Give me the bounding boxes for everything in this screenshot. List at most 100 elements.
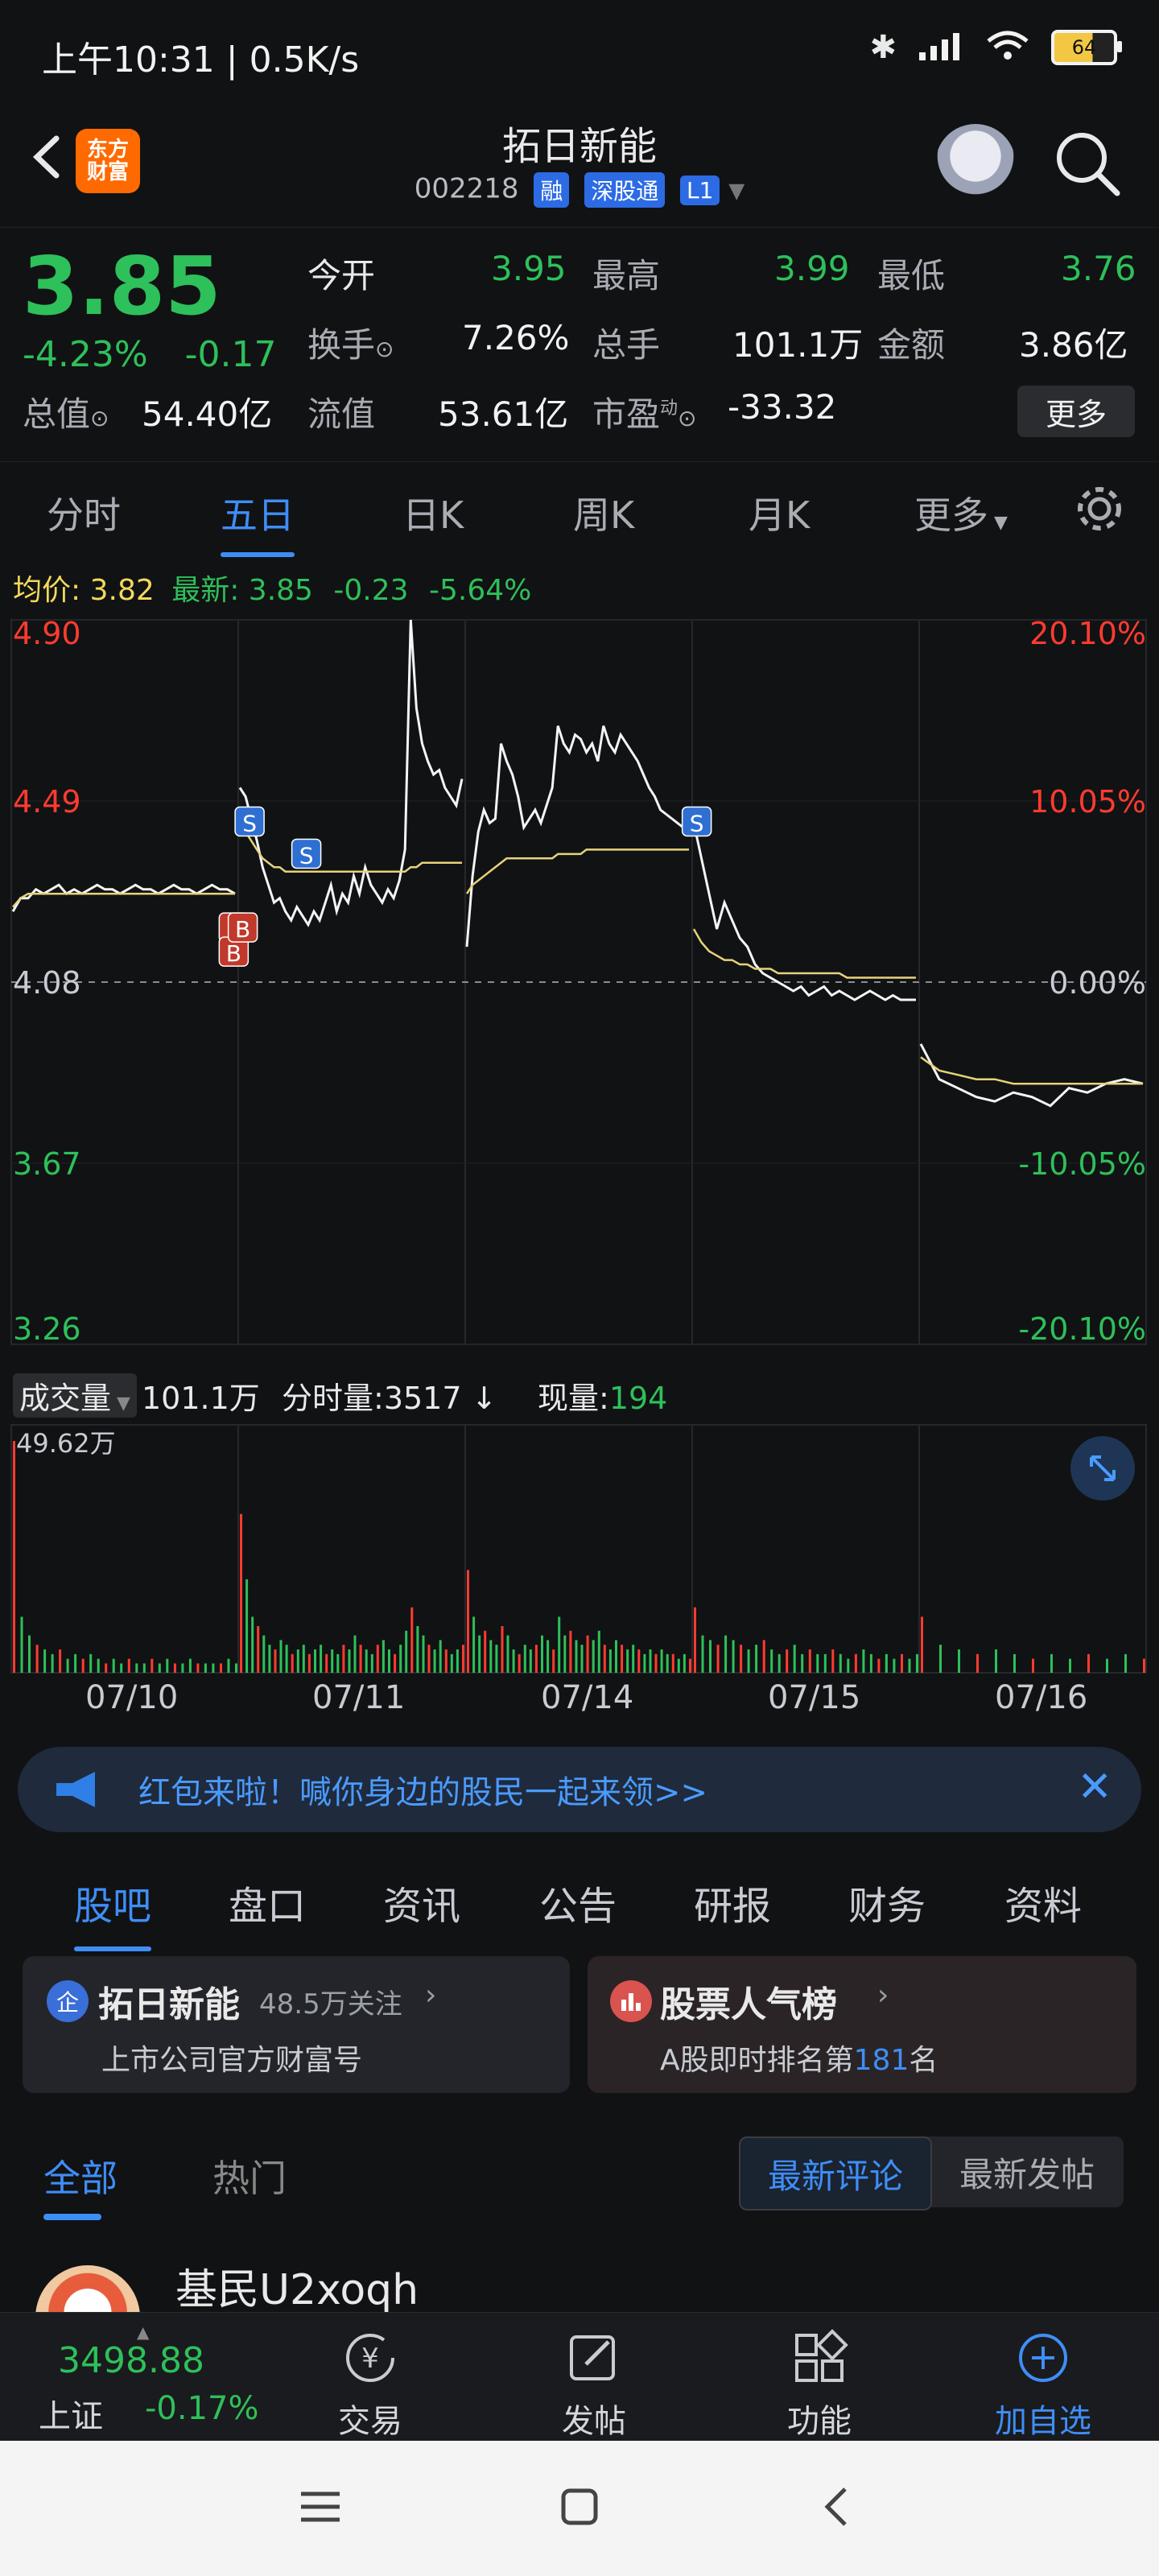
- pe-value: -33.32: [728, 387, 837, 427]
- volume-bar: [235, 1663, 237, 1673]
- popularity-card[interactable]: 股票人气榜 › A股即时排名第181名: [588, 1956, 1136, 2093]
- avatar[interactable]: [35, 2265, 140, 2312]
- volume-bar: [666, 1653, 669, 1673]
- volume-bar: [518, 1653, 521, 1673]
- tab-five-day[interactable]: 五日: [221, 486, 295, 557]
- volume-bar: [869, 1653, 872, 1673]
- volume-bar: [916, 1653, 918, 1673]
- price-change: -4.23% -0.17: [23, 334, 277, 375]
- rank-suffix: 名: [909, 2044, 938, 2077]
- volume-bar: [142, 1663, 146, 1673]
- volume-bar: [552, 1649, 555, 1673]
- search-button[interactable]: [1051, 127, 1124, 200]
- caret-up-icon: ▲: [137, 2322, 150, 2342]
- volume-chart[interactable]: 49.62万: [0, 1417, 1159, 1674]
- volume-bar: [279, 1640, 283, 1673]
- tab-month-k[interactable]: 月K: [749, 486, 810, 539]
- turnover-label[interactable]: 换手⊙: [307, 318, 394, 367]
- volume-bar: [13, 1441, 15, 1673]
- volume-bar: [709, 1640, 711, 1673]
- chart-settings-button[interactable]: [1072, 481, 1127, 539]
- volume-bar: [976, 1653, 979, 1673]
- more-button[interactable]: 更多: [1017, 386, 1135, 437]
- volume-select[interactable]: 成交量 ▼: [13, 1373, 137, 1418]
- mktcap-label-text: 总值: [23, 394, 91, 434]
- trade-marker: S: [291, 838, 322, 869]
- volume-bar: [1032, 1658, 1034, 1673]
- post-item[interactable]: 基民U2xoqh: [0, 2225, 1159, 2312]
- menu-icon[interactable]: [296, 2483, 344, 2534]
- tab-intraday[interactable]: 分时: [47, 486, 121, 539]
- volume-bar: [105, 1663, 108, 1673]
- volume-bar: [416, 1626, 419, 1673]
- post-username[interactable]: 基民U2xoqh: [175, 2256, 419, 2312]
- volume-bar: [689, 1658, 691, 1673]
- nav-post[interactable]: 发帖: [514, 2329, 674, 2442]
- volume-bar: [394, 1653, 397, 1673]
- nav-functions[interactable]: 功能: [739, 2329, 900, 2442]
- filter-all[interactable]: 全部: [43, 2149, 118, 2202]
- nav-add-label: 加自选: [995, 2403, 1091, 2440]
- volume-bar: [893, 1658, 896, 1673]
- volume-bar: [921, 1616, 923, 1673]
- volume-bar: [484, 1630, 487, 1673]
- volume-bar: [831, 1649, 835, 1673]
- assistant-robot-icon[interactable]: [935, 124, 1016, 204]
- volume-bar: [677, 1658, 680, 1673]
- open-label: 今开: [307, 256, 376, 295]
- amount-value: 3.86亿: [1019, 325, 1128, 365]
- mktcap-label[interactable]: 总值⊙: [23, 387, 109, 436]
- tab-finance[interactable]: 财务: [848, 1874, 926, 1930]
- promo-banner[interactable]: 红包来啦！喊你身边的股民一起来领>> ✕: [18, 1747, 1141, 1832]
- volume-bar: [793, 1645, 796, 1673]
- tab-research[interactable]: 研报: [694, 1874, 771, 1930]
- tab-announcements[interactable]: 公告: [539, 1874, 617, 1930]
- volume-bar: [1143, 1658, 1145, 1673]
- official-account-card[interactable]: 企 拓日新能 48.5万关注 › 上市公司官方财富号: [23, 1956, 570, 2093]
- tab-day-k[interactable]: 日K: [402, 486, 464, 539]
- volume-bar: [1050, 1653, 1053, 1673]
- nav-trade-label: 交易: [338, 2403, 402, 2440]
- volume-bar: [854, 1653, 857, 1673]
- tab-more[interactable]: 更多 ▼: [914, 486, 1008, 539]
- volume-bar: [151, 1658, 154, 1673]
- nav-add-watchlist[interactable]: 加自选: [963, 2329, 1124, 2442]
- volume-bar: [575, 1640, 578, 1673]
- avg-price-line: [692, 928, 916, 979]
- nav-trade[interactable]: ¥ 交易: [290, 2329, 451, 2442]
- close-banner-button[interactable]: ✕: [1077, 1763, 1112, 1811]
- tab-week-k[interactable]: 周K: [573, 486, 634, 539]
- badge-connect: 深股通: [584, 172, 666, 208]
- tab-profile[interactable]: 资料: [1004, 1874, 1082, 1930]
- tab-news[interactable]: 资讯: [383, 1874, 460, 1930]
- chart-tabs: 分时 五日 日K 周K 月K 更多 ▼: [0, 462, 1159, 559]
- tab-market-depth[interactable]: 盘口: [229, 1874, 306, 1930]
- sort-latest-comment[interactable]: 最新评论: [739, 2136, 932, 2211]
- index-name: 上证: [39, 2398, 103, 2435]
- volume-bar: [558, 1616, 561, 1673]
- volume-bar: [28, 1635, 31, 1673]
- avg-price-line: [12, 892, 235, 908]
- pe-label[interactable]: 市盈动⊙: [592, 387, 697, 436]
- sort-latest-post[interactable]: 最新发帖: [932, 2136, 1122, 2207]
- expand-chart-button[interactable]: [1070, 1436, 1135, 1501]
- trade-icon: ¥: [346, 2334, 394, 2382]
- volume-bar: [958, 1649, 960, 1673]
- five-day-price-chart[interactable]: 4.90 20.10% 4.49 10.05% 4.08 0.00% 3.67 -10.05%…: [0, 612, 1159, 1360]
- price-line: [11, 883, 236, 912]
- home-icon[interactable]: [555, 2483, 604, 2534]
- index-ticker[interactable]: ▲ 3498.88 上证 -0.17%: [16, 2322, 274, 2435]
- back-icon[interactable]: [813, 2483, 861, 2534]
- date-label: 07/10: [85, 1679, 179, 1716]
- volume-bar: [885, 1653, 888, 1673]
- status-time-speed: 上午10:31 | 0.5K/s: [42, 39, 360, 80]
- volume-bar: [456, 1649, 459, 1673]
- volume-bar: [608, 1649, 612, 1673]
- filter-hot[interactable]: 热门: [212, 2149, 287, 2202]
- status-bar: 上午10:31 | 0.5K/s ✱ 64: [0, 0, 1159, 105]
- tab-forum[interactable]: 股吧: [74, 1874, 152, 1951]
- float-value: 53.61亿: [438, 394, 569, 434]
- high-label: 最高: [592, 256, 661, 295]
- info-icon: ⊙: [375, 336, 394, 362]
- volume-bar: [204, 1663, 207, 1673]
